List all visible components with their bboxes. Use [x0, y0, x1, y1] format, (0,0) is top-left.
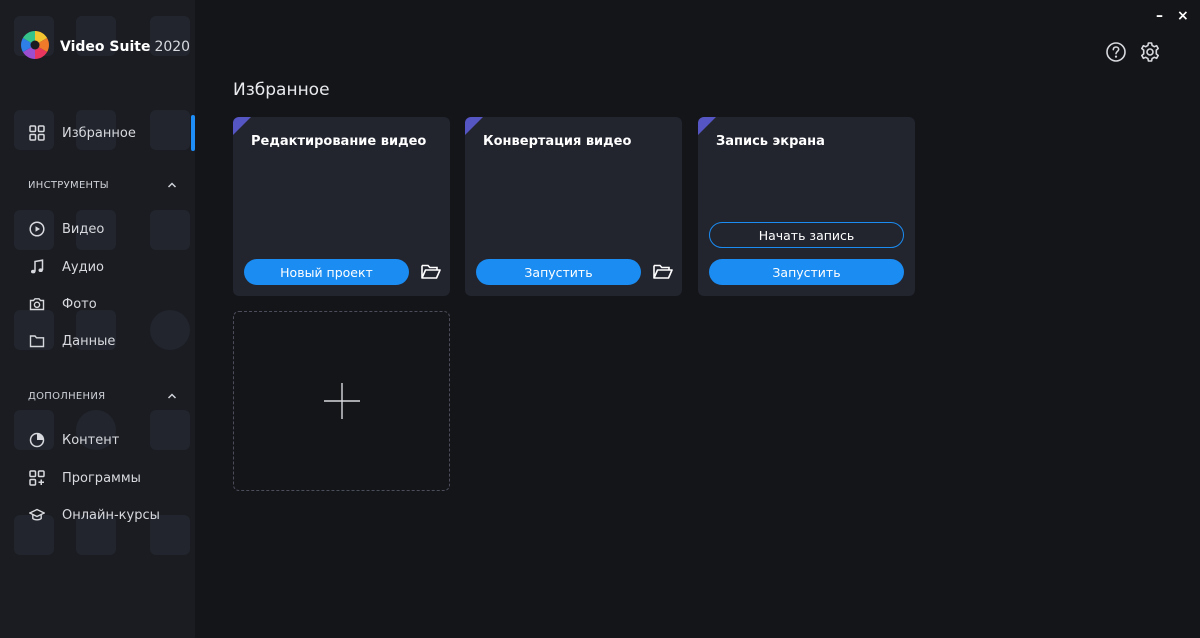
card-screen-recording[interactable]: Запись экрана Начать запись Запустить — [698, 117, 915, 296]
question-circle-icon[interactable] — [1105, 41, 1127, 63]
sidebar-item-label: Данные — [62, 333, 116, 349]
section-header-label: ДОПОЛНЕНИЯ — [28, 390, 106, 402]
app-year: 2020 — [154, 38, 191, 55]
sidebar: Video Suite 2020 Избранное ИНСТРУМЕНТЫ Ви… — [0, 0, 195, 638]
add-favorite-tile[interactable] — [233, 311, 450, 491]
card-video-editing[interactable]: Редактирование видео Новый проект — [233, 117, 450, 296]
sidebar-item-favorites[interactable]: Избранное — [0, 115, 195, 151]
open-folder-icon[interactable] — [421, 263, 441, 280]
sidebar-item-data[interactable]: Данные — [0, 323, 195, 359]
sidebar-item-label: Фото — [62, 296, 97, 312]
sidebar-item-audio[interactable]: Аудио — [0, 249, 195, 285]
card-title: Запись экрана — [716, 134, 825, 149]
app-logo-icon — [21, 31, 49, 59]
pie-chart-icon — [28, 431, 46, 449]
play-circle-icon — [28, 220, 46, 238]
sidebar-item-online-courses[interactable]: Онлайн-курсы — [0, 497, 195, 533]
minimize-button[interactable]: – — [1156, 8, 1163, 24]
sidebar-item-content[interactable]: Контент — [0, 422, 195, 458]
new-project-button[interactable]: Новый проект — [244, 259, 409, 285]
sidebar-item-label: Онлайн-курсы — [62, 507, 160, 523]
sidebar-item-label: Программы — [62, 470, 141, 486]
app-name: Video Suite — [60, 38, 151, 55]
gear-icon[interactable] — [1139, 41, 1161, 63]
corner-badge — [465, 117, 483, 135]
sidebar-item-label: Избранное — [62, 125, 136, 141]
page-title: Избранное — [233, 80, 330, 100]
chevron-up-icon — [167, 182, 177, 188]
grid-plus-icon — [28, 469, 46, 487]
section-header-label: ИНСТРУМЕНТЫ — [28, 179, 109, 191]
sidebar-item-photo[interactable]: Фото — [0, 286, 195, 322]
music-note-icon — [28, 258, 46, 276]
launch-recorder-button[interactable]: Запустить — [709, 259, 904, 285]
folder-icon — [28, 332, 46, 350]
close-button[interactable]: × — [1177, 8, 1189, 24]
section-header-addons[interactable]: ДОПОЛНЕНИЯ — [28, 386, 178, 406]
chevron-up-icon — [167, 393, 177, 399]
app-logo: Video Suite 2020 — [20, 30, 190, 60]
section-header-tools[interactable]: ИНСТРУМЕНТЫ — [28, 175, 178, 195]
plus-icon — [323, 383, 360, 419]
sidebar-item-label: Видео — [62, 221, 105, 237]
card-title: Конвертация видео — [483, 134, 632, 149]
graduation-cap-icon — [28, 506, 46, 524]
sidebar-item-label: Контент — [62, 432, 120, 448]
card-title: Редактирование видео — [251, 134, 427, 149]
sidebar-item-label: Аудио — [62, 259, 104, 275]
card-video-conversion[interactable]: Конвертация видео Запустить — [465, 117, 682, 296]
camera-icon — [28, 295, 46, 313]
corner-badge — [233, 117, 251, 135]
start-recording-button[interactable]: Начать запись — [709, 222, 904, 248]
grid-icon — [28, 124, 46, 142]
sidebar-item-programs[interactable]: Программы — [0, 460, 195, 496]
launch-converter-button[interactable]: Запустить — [476, 259, 641, 285]
sidebar-item-video[interactable]: Видео — [0, 211, 195, 247]
corner-badge — [698, 117, 716, 135]
open-folder-icon[interactable] — [653, 263, 673, 280]
